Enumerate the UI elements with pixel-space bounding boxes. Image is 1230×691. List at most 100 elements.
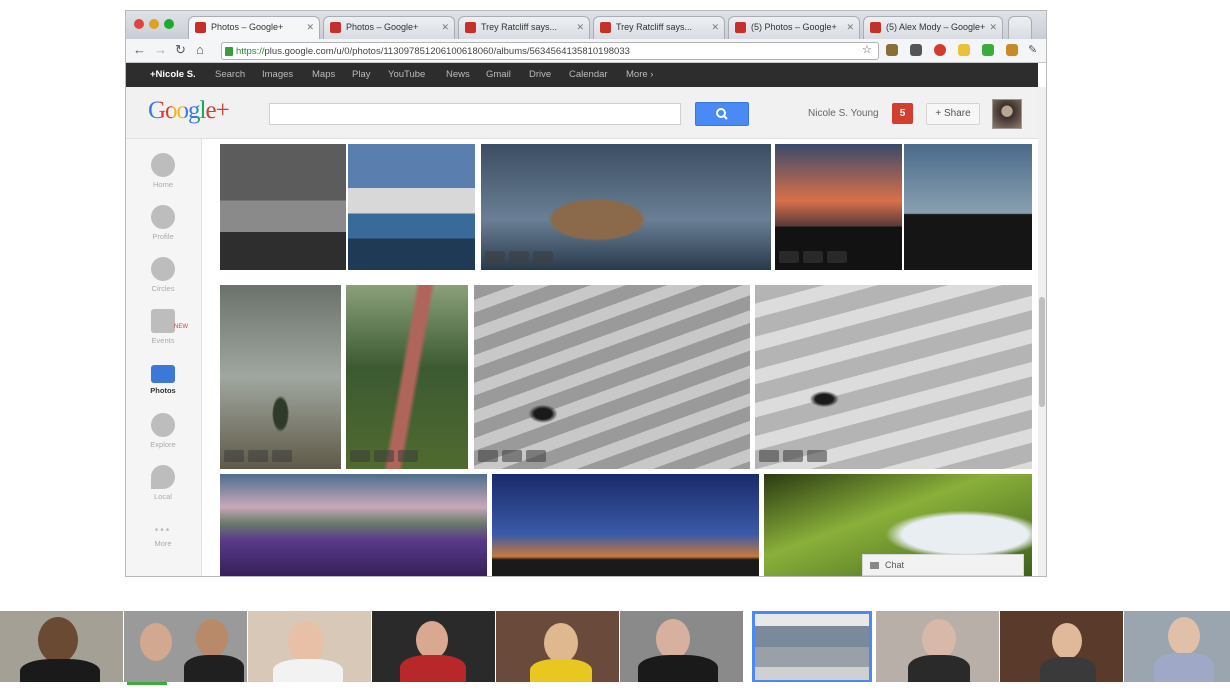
- selected-screenshare-thumbnail[interactable]: [752, 611, 872, 683]
- wrench-icon[interactable]: ✎: [1028, 43, 1037, 56]
- browser-tab[interactable]: Photos – Google+ ✕: [188, 16, 320, 39]
- forward-icon[interactable]: →: [154, 42, 167, 57]
- participant-face: [1052, 623, 1082, 659]
- gbar-link-images[interactable]: Images: [262, 69, 293, 80]
- home-browser-icon[interactable]: ⌂: [196, 42, 204, 57]
- participant-thumbnail[interactable]: [1000, 611, 1123, 683]
- gbar-profile-link[interactable]: +Nicole S.: [150, 69, 196, 80]
- participant-body: [1154, 653, 1214, 683]
- sidebar-item-circles[interactable]: Circles: [126, 257, 200, 293]
- gbar-link-more[interactable]: More ›: [626, 69, 653, 80]
- home-icon: [151, 153, 175, 177]
- google-plus-logo[interactable]: Google+: [148, 97, 230, 125]
- local-icon: [151, 465, 175, 489]
- browser-tab[interactable]: Photos – Google+ ✕: [323, 16, 455, 39]
- sidebar-item-local[interactable]: Local: [126, 465, 200, 501]
- back-icon[interactable]: ←: [133, 42, 146, 57]
- sidebar-item-profile[interactable]: Profile: [126, 205, 200, 241]
- extension-icon[interactable]: [886, 44, 898, 56]
- avatar[interactable]: [992, 99, 1022, 129]
- gbar-link-maps[interactable]: Maps: [312, 69, 335, 80]
- participant-thumbnail[interactable]: [248, 611, 371, 683]
- photo-tile-sand-ripples[interactable]: [474, 285, 750, 469]
- close-tab-icon[interactable]: ✕: [306, 22, 314, 33]
- sidebar-item-photos[interactable]: Photos: [126, 365, 200, 395]
- bookmark-star-icon[interactable]: ☆: [862, 43, 872, 56]
- participant-thumbnail[interactable]: [124, 611, 247, 683]
- new-tab-button[interactable]: [1008, 16, 1032, 39]
- circles-icon: [151, 257, 175, 281]
- share-button[interactable]: + Share: [926, 103, 980, 125]
- chat-icon: [870, 562, 879, 569]
- close-tab-icon[interactable]: ✕: [711, 22, 719, 33]
- minimize-window-icon[interactable]: [149, 19, 159, 29]
- gbar-link-search[interactable]: Search: [215, 69, 245, 80]
- photo-tile-foggy-tree[interactable]: [220, 285, 341, 469]
- gbar-link-drive[interactable]: Drive: [529, 69, 551, 80]
- close-tab-icon[interactable]: ✕: [441, 22, 449, 33]
- participant-face: [1168, 617, 1200, 655]
- sidebar-item-home[interactable]: Home: [126, 153, 200, 189]
- photo-tile-seattle-night[interactable]: [492, 474, 759, 576]
- extension-icon[interactable]: [982, 44, 994, 56]
- gbar-link-gmail[interactable]: Gmail: [486, 69, 511, 80]
- extension-icon[interactable]: [958, 44, 970, 56]
- photo-tile-lavender-field[interactable]: [220, 474, 487, 576]
- scrollbar-thumb[interactable]: [1039, 297, 1045, 407]
- scrollbar[interactable]: [1038, 87, 1046, 576]
- participant-thumbnail[interactable]: [876, 611, 999, 683]
- participant-face: [38, 617, 78, 663]
- browser-tab[interactable]: (5) Photos – Google+ ✕: [728, 16, 860, 39]
- browser-tab[interactable]: Trey Ratcliff says... ✕: [593, 16, 725, 39]
- gbar-link-play[interactable]: Play: [352, 69, 370, 80]
- close-window-icon[interactable]: [134, 19, 144, 29]
- photos-icon: [151, 365, 175, 383]
- close-tab-icon[interactable]: ✕: [989, 22, 997, 33]
- photo-tile-city-skyline[interactable]: [904, 144, 1032, 270]
- google-plus-favicon-icon: [870, 22, 881, 33]
- search-input[interactable]: [269, 103, 681, 125]
- participant-face: [656, 619, 690, 659]
- participant-thumbnail[interactable]: [0, 611, 123, 683]
- photo-tile-sand-hole[interactable]: [755, 285, 1032, 469]
- address-bar[interactable]: https://plus.google.com/u/0/photos/11309…: [221, 42, 879, 60]
- participant-body: [1040, 657, 1096, 683]
- participant-body: [20, 659, 100, 683]
- search-button[interactable]: [695, 102, 749, 126]
- photo-tile-tree-stumps[interactable]: [481, 144, 771, 270]
- photo-tile-forest-path[interactable]: [346, 285, 468, 469]
- gbar-link-calendar[interactable]: Calendar: [569, 69, 608, 80]
- sidebar-item-events[interactable]: Events: [126, 309, 200, 345]
- chat-panel[interactable]: Chat: [862, 554, 1024, 576]
- close-tab-icon[interactable]: ✕: [846, 22, 854, 33]
- explore-icon: [151, 413, 175, 437]
- gplus-header: Google+ Nicole S. Young 5 + Share: [126, 87, 1038, 139]
- gbar-link-youtube[interactable]: YouTube: [388, 69, 425, 80]
- photo-tile-marina-blue[interactable]: [348, 144, 475, 270]
- participant-face: [288, 621, 324, 663]
- participant-thumbnail[interactable]: [496, 611, 619, 683]
- photo-tile-marina[interactable]: [220, 144, 346, 270]
- user-name-link[interactable]: Nicole S. Young: [808, 108, 879, 119]
- sidebar-item-more[interactable]: ••• More: [126, 525, 200, 548]
- search-icon: [716, 108, 728, 120]
- sidebar-item-explore[interactable]: Explore: [126, 413, 200, 449]
- notification-count-badge[interactable]: 5: [892, 103, 913, 124]
- reload-icon[interactable]: ↻: [175, 42, 186, 58]
- extension-icon[interactable]: [934, 44, 946, 56]
- browser-tab[interactable]: Trey Ratcliff says... ✕: [458, 16, 590, 39]
- browser-tab[interactable]: (5) Alex Mody – Google+ ✕: [863, 16, 1003, 39]
- events-icon: [151, 309, 175, 333]
- participant-thumbnail[interactable]: [620, 611, 743, 683]
- participant-body: [273, 659, 343, 683]
- extension-icon[interactable]: [1006, 44, 1018, 56]
- photo-actions-bar: [478, 449, 558, 463]
- maximize-window-icon[interactable]: [164, 19, 174, 29]
- participant-thumbnail[interactable]: [1124, 611, 1230, 683]
- photo-tile-sunset-city[interactable]: [775, 144, 902, 270]
- gbar-link-news[interactable]: News: [446, 69, 470, 80]
- close-tab-icon[interactable]: ✕: [576, 22, 584, 33]
- photo-actions-bar: [350, 449, 430, 463]
- extension-icon[interactable]: [910, 44, 922, 56]
- participant-thumbnail[interactable]: [372, 611, 495, 683]
